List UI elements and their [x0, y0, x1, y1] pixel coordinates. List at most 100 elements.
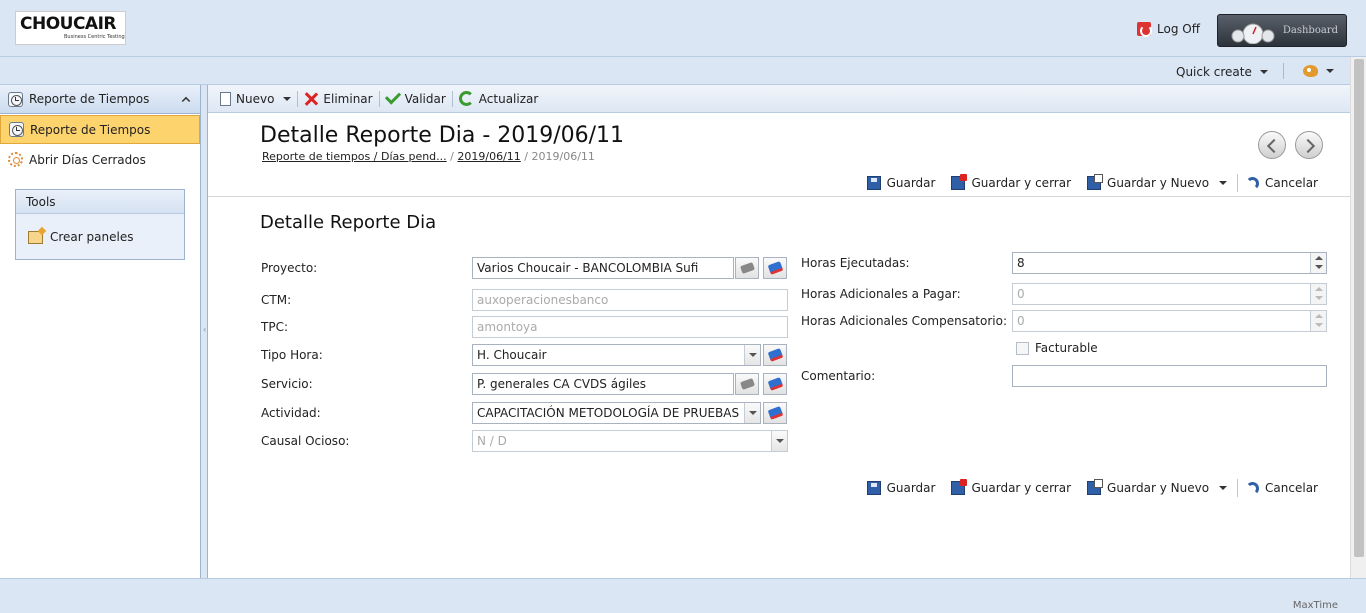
bottom-action-bar: Guardar Guardar y cerrar Guardar y Nuevo… [859, 479, 1326, 497]
validate-button[interactable]: Validar [380, 88, 452, 110]
previous-record-button[interactable] [1258, 131, 1286, 159]
sidebar: Reporte de Tiempos Reporte de Tiempos Ab… [0, 85, 201, 578]
sidebar-item-label: Reporte de Tiempos [30, 122, 151, 137]
horas-adicionales-compensatorio-stepper[interactable] [1310, 311, 1326, 331]
chevron-down-icon[interactable] [771, 431, 787, 451]
palette-icon [1303, 65, 1318, 77]
horas-adicionales-pagar-stepper[interactable] [1310, 284, 1326, 304]
quickbar-divider [1283, 63, 1284, 79]
tpc-label: TPC: [261, 320, 288, 334]
horas-adicionales-pagar-value: 0 [1017, 287, 1025, 301]
quick-create-menu[interactable]: Quick create [1176, 65, 1268, 79]
choucair-logo[interactable]: CHOUCAIR Business Centric Testing [15, 11, 126, 45]
ctm-field[interactable]: auxoperacionesbanco [472, 289, 788, 311]
save-close-button[interactable]: Guardar y cerrar [943, 479, 1079, 495]
cancel-button[interactable]: Cancelar [1238, 176, 1326, 190]
proyecto-label: Proyecto: [261, 261, 318, 275]
edit-icon [767, 261, 784, 275]
save-close-icon [951, 479, 968, 495]
chevron-down-icon [1326, 69, 1334, 73]
clock-icon [9, 122, 24, 137]
breadcrumb-link-date[interactable]: 2019/06/11 [457, 150, 520, 163]
horas-ejecutadas-stepper[interactable] [1310, 253, 1326, 273]
logoff-button[interactable]: Log Off [1137, 21, 1200, 37]
save-new-button[interactable]: Guardar y Nuevo [1079, 479, 1235, 495]
actividad-label: Actividad: [261, 406, 321, 420]
splitter-grip-icon: ‹ [203, 325, 207, 334]
logoff-label: Log Off [1157, 22, 1200, 36]
save-close-button[interactable]: Guardar y cerrar [943, 174, 1079, 190]
save-new-icon [1087, 174, 1104, 190]
tools-panel: Tools Crear paneles [15, 189, 185, 260]
proyecto-clear-button[interactable] [735, 257, 759, 279]
sidebar-splitter[interactable]: ‹ [201, 85, 208, 578]
quick-create-label: Quick create [1176, 65, 1252, 79]
chevron-down-icon[interactable] [1219, 486, 1228, 490]
sidebar-section-title: Reporte de Tiempos [29, 92, 150, 106]
tipo-hora-select[interactable]: H. Choucair [472, 344, 761, 366]
crear-paneles-link[interactable]: Crear paneles [28, 230, 133, 244]
tpc-field[interactable]: amontoya [472, 316, 788, 338]
scrollbar-thumb[interactable] [1354, 59, 1364, 557]
dashboard-label: Dashboard [1282, 25, 1338, 36]
proyecto-field[interactable]: Varios Choucair - BANCOLOMBIA Sufi [472, 257, 734, 279]
next-record-button[interactable] [1295, 131, 1323, 159]
save-button[interactable]: Guardar [859, 481, 944, 495]
horas-ejecutadas-input[interactable]: 8 [1012, 252, 1327, 274]
delete-icon [304, 92, 318, 106]
horas-adicionales-compensatorio-input[interactable]: 0 [1012, 310, 1327, 332]
chevron-down-icon[interactable] [744, 345, 760, 365]
save-button[interactable]: Guardar [859, 176, 944, 190]
breadcrumb-separator: / [524, 150, 529, 163]
sidebar-item-abrir-dias-cerrados[interactable]: Abrir Días Cerrados [0, 145, 200, 174]
chevron-down-icon[interactable] [1219, 181, 1228, 185]
actividad-edit-button[interactable] [763, 402, 787, 424]
horas-adicionales-pagar-input[interactable]: 0 [1012, 283, 1327, 305]
cancel-button[interactable]: Cancelar [1238, 481, 1326, 495]
theme-menu[interactable] [1303, 65, 1334, 77]
crear-paneles-label: Crear paneles [50, 230, 134, 244]
servicio-edit-button[interactable] [763, 373, 787, 395]
cancel-label: Cancelar [1265, 176, 1318, 190]
servicio-clear-button[interactable] [735, 373, 759, 395]
chevron-up-icon[interactable] [181, 96, 191, 106]
page-scrollbar[interactable] [1350, 57, 1366, 578]
ctm-label: CTM: [261, 293, 292, 307]
logo-tagline: Business Centric Testing [64, 34, 125, 40]
main-content: Nuevo Eliminar Validar Actualizar Detall… [208, 85, 1350, 578]
comentario-input[interactable] [1012, 365, 1327, 387]
horas-ejecutadas-value: 8 [1017, 256, 1025, 270]
chevron-down-icon[interactable] [283, 96, 292, 101]
save-close-label: Guardar y cerrar [971, 481, 1072, 495]
sidebar-item-reporte-de-tiempos[interactable]: Reporte de Tiempos [0, 115, 200, 144]
breadcrumb-link-days[interactable]: Reporte de tiempos / Días pend... [262, 150, 447, 163]
chevron-down-icon[interactable] [744, 403, 760, 423]
edit-icon [767, 348, 784, 362]
footer-brand: MaxTime [1292, 600, 1338, 611]
refresh-button[interactable]: Actualizar [453, 88, 545, 110]
new-label: Nuevo [236, 91, 275, 106]
breadcrumb: Reporte de tiempos / Días pend... / 2019… [262, 150, 595, 163]
breadcrumb-separator: / [450, 150, 454, 163]
causal-ocioso-select[interactable]: N / D [472, 430, 788, 452]
validate-label: Validar [404, 91, 446, 106]
save-new-button[interactable]: Guardar y Nuevo [1079, 174, 1235, 190]
gear-icon [8, 152, 23, 167]
breadcrumb-current: 2019/06/11 [531, 150, 595, 163]
tipo-hora-edit-button[interactable] [763, 344, 787, 366]
facturable-checkbox[interactable] [1016, 342, 1029, 355]
actividad-select[interactable]: CAPACITACIÓN METODOLOGÍA DE PRUEBAS [472, 402, 761, 424]
new-panel-icon [28, 230, 43, 244]
toolbar: Nuevo Eliminar Validar Actualizar [208, 85, 1350, 113]
undo-icon [1246, 176, 1260, 190]
servicio-field[interactable]: P. generales CA CVDS ágiles [472, 373, 734, 395]
save-close-label: Guardar y cerrar [971, 176, 1072, 190]
sidebar-section-header[interactable]: Reporte de Tiempos [0, 85, 200, 114]
clock-icon [8, 91, 23, 107]
actividad-value: CAPACITACIÓN METODOLOGÍA DE PRUEBAS [477, 406, 740, 420]
horas-adicionales-compensatorio-value: 0 [1017, 314, 1025, 328]
dashboard-button[interactable]: Dashboard [1217, 14, 1347, 47]
new-button[interactable]: Nuevo [214, 88, 297, 110]
delete-button[interactable]: Eliminar [298, 88, 378, 110]
proyecto-edit-button[interactable] [763, 257, 787, 279]
